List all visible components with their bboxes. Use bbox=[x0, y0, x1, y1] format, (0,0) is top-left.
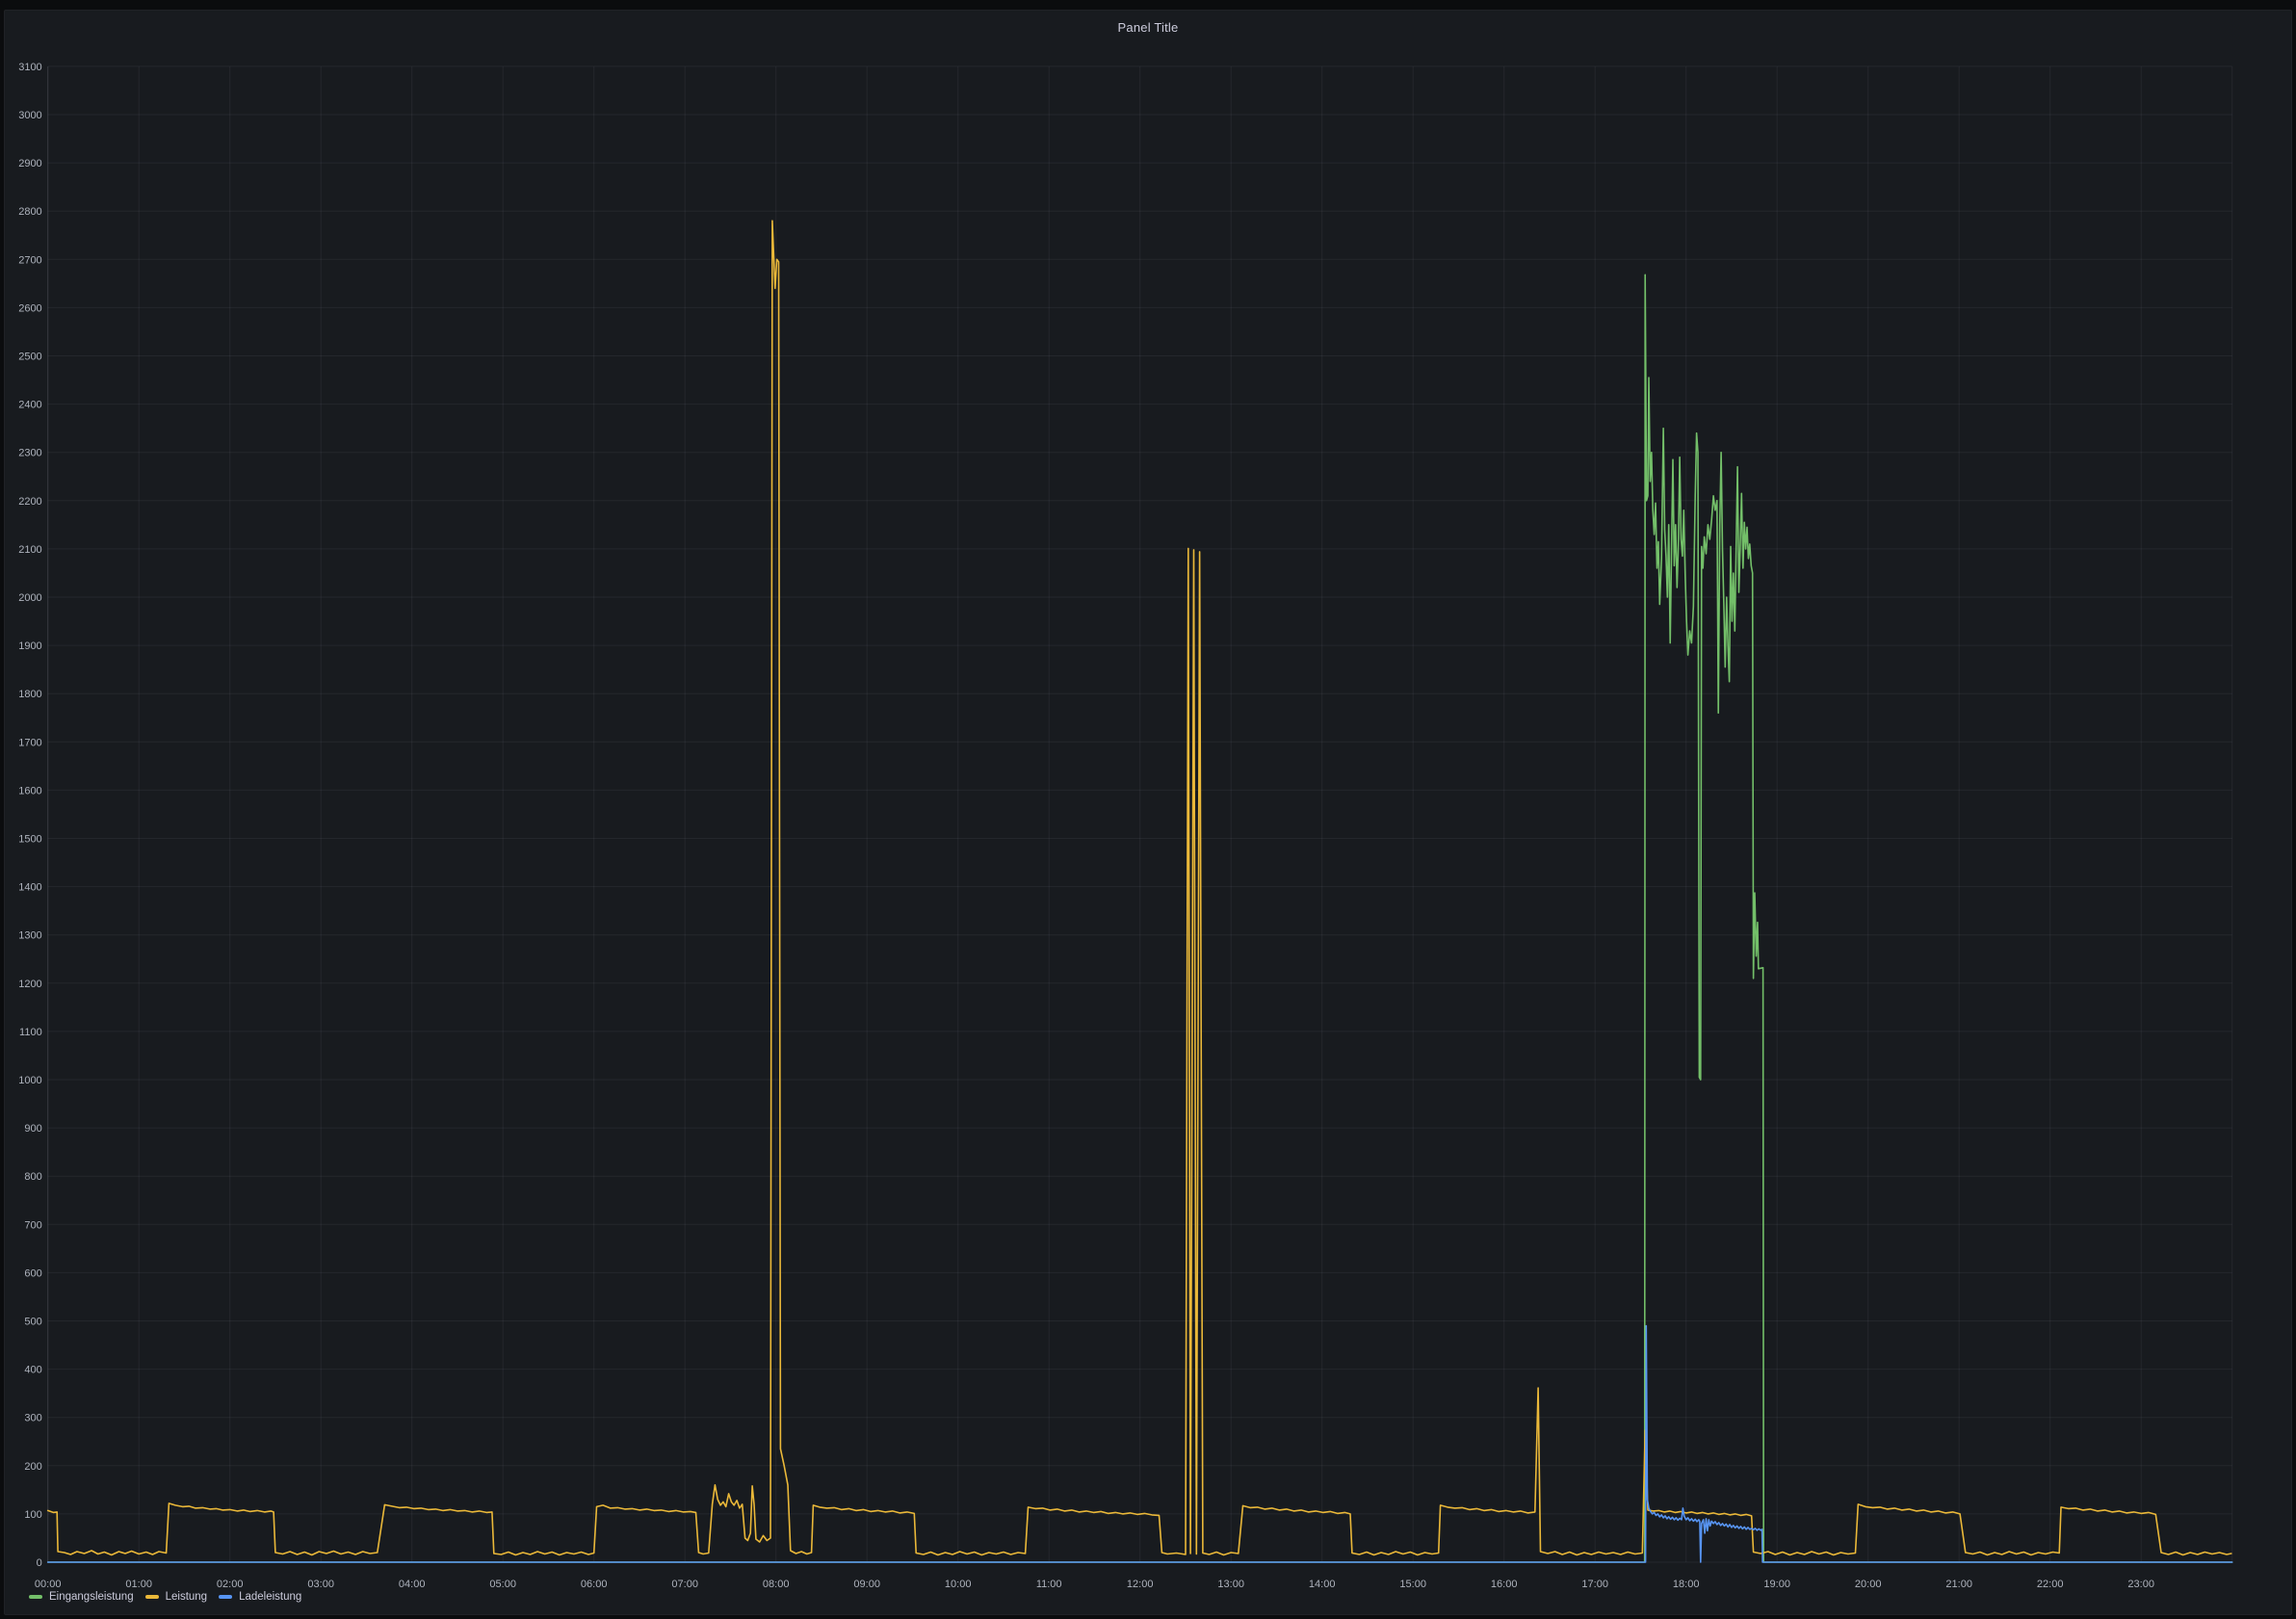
y-tick-label: 1100 bbox=[19, 1027, 42, 1038]
x-tick-label: 07:00 bbox=[671, 1579, 698, 1590]
plot-area[interactable] bbox=[48, 66, 2232, 1562]
y-tick-label: 1200 bbox=[18, 979, 41, 990]
x-tick-label: 14:00 bbox=[1309, 1579, 1336, 1590]
legend-label: Ladeleistung bbox=[239, 1591, 301, 1603]
y-tick-label: 1700 bbox=[18, 737, 41, 748]
y-tick-label: 100 bbox=[24, 1509, 41, 1521]
grafana-dashboard: { "panel": { "title": "Panel Title", "ba… bbox=[0, 0, 2296, 1619]
x-tick-label: 22:00 bbox=[2037, 1579, 2064, 1590]
y-tick-label: 400 bbox=[24, 1365, 41, 1376]
y-tick-label: 200 bbox=[24, 1461, 41, 1473]
y-tick-label: 2500 bbox=[18, 352, 41, 363]
y-tick-label: 2300 bbox=[18, 448, 41, 459]
y-tick-label: 2400 bbox=[18, 400, 41, 411]
x-tick-label: 20:00 bbox=[1855, 1579, 1882, 1590]
y-tick-label: 3100 bbox=[18, 62, 41, 73]
x-tick-label: 11:00 bbox=[1036, 1579, 1062, 1590]
y-tick-label: 3000 bbox=[18, 110, 41, 121]
x-tick-label: 09:00 bbox=[853, 1579, 880, 1590]
x-tick-label: 21:00 bbox=[1945, 1579, 1972, 1590]
y-tick-label: 2900 bbox=[18, 158, 41, 170]
y-tick-label: 800 bbox=[24, 1171, 41, 1183]
legend-item-ladeleistung[interactable]: Ladeleistung bbox=[219, 1591, 301, 1603]
y-tick-label: 1300 bbox=[18, 930, 41, 942]
y-tick-label: 700 bbox=[24, 1219, 41, 1231]
y-tick-label: 300 bbox=[24, 1413, 41, 1424]
x-tick-label: 03:00 bbox=[307, 1579, 334, 1590]
y-tick-label: 2700 bbox=[18, 254, 41, 266]
x-tick-label: 04:00 bbox=[399, 1579, 426, 1590]
x-tick-label: 19:00 bbox=[1763, 1579, 1790, 1590]
legend: Eingangsleistung Leistung Ladeleistung bbox=[29, 1589, 301, 1605]
y-tick-label: 1000 bbox=[18, 1075, 41, 1086]
y-tick-label: 2600 bbox=[18, 302, 41, 314]
legend-item-leistung[interactable]: Leistung bbox=[145, 1591, 207, 1603]
x-tick-label: 06:00 bbox=[581, 1579, 608, 1590]
x-tick-label: 08:00 bbox=[763, 1579, 790, 1590]
x-tick-label: 10:00 bbox=[945, 1579, 972, 1590]
time-series-chart[interactable]: 0 100 200 300 400 500 600 700 800 900 1000 1100 1200… bbox=[0, 0, 2296, 1619]
y-tick-label: 500 bbox=[24, 1317, 41, 1328]
x-tick-label: 17:00 bbox=[1581, 1579, 1608, 1590]
y-tick-label: 1900 bbox=[18, 640, 41, 652]
y-tick-label: 1500 bbox=[18, 834, 41, 846]
y-tick-label: 2800 bbox=[18, 206, 41, 218]
x-tick-label: 13:00 bbox=[1217, 1579, 1244, 1590]
x-tick-label: 12:00 bbox=[1127, 1579, 1154, 1590]
y-tick-label: 1400 bbox=[18, 882, 41, 894]
y-tick-label: 2200 bbox=[18, 496, 41, 508]
legend-item-eingangsleistung[interactable]: Eingangsleistung bbox=[29, 1591, 134, 1603]
y-tick-label: 900 bbox=[24, 1123, 41, 1135]
legend-label: Eingangsleistung bbox=[49, 1591, 134, 1603]
x-tick-label: 05:00 bbox=[489, 1579, 516, 1590]
legend-swatch-blue bbox=[219, 1595, 232, 1599]
legend-swatch-yellow bbox=[145, 1595, 159, 1599]
y-tick-label: 2000 bbox=[18, 592, 41, 604]
y-tick-label: 0 bbox=[37, 1557, 42, 1569]
x-tick-label: 23:00 bbox=[2127, 1579, 2154, 1590]
y-tick-label: 1800 bbox=[18, 689, 41, 700]
legend-label: Leistung bbox=[166, 1591, 207, 1603]
y-tick-label: 2100 bbox=[18, 544, 41, 556]
legend-swatch-green bbox=[29, 1595, 42, 1599]
y-tick-label: 1600 bbox=[18, 785, 41, 796]
x-tick-label: 18:00 bbox=[1673, 1579, 1700, 1590]
x-tick-label: 16:00 bbox=[1491, 1579, 1518, 1590]
y-tick-label: 600 bbox=[24, 1267, 41, 1279]
x-tick-label: 15:00 bbox=[1399, 1579, 1426, 1590]
